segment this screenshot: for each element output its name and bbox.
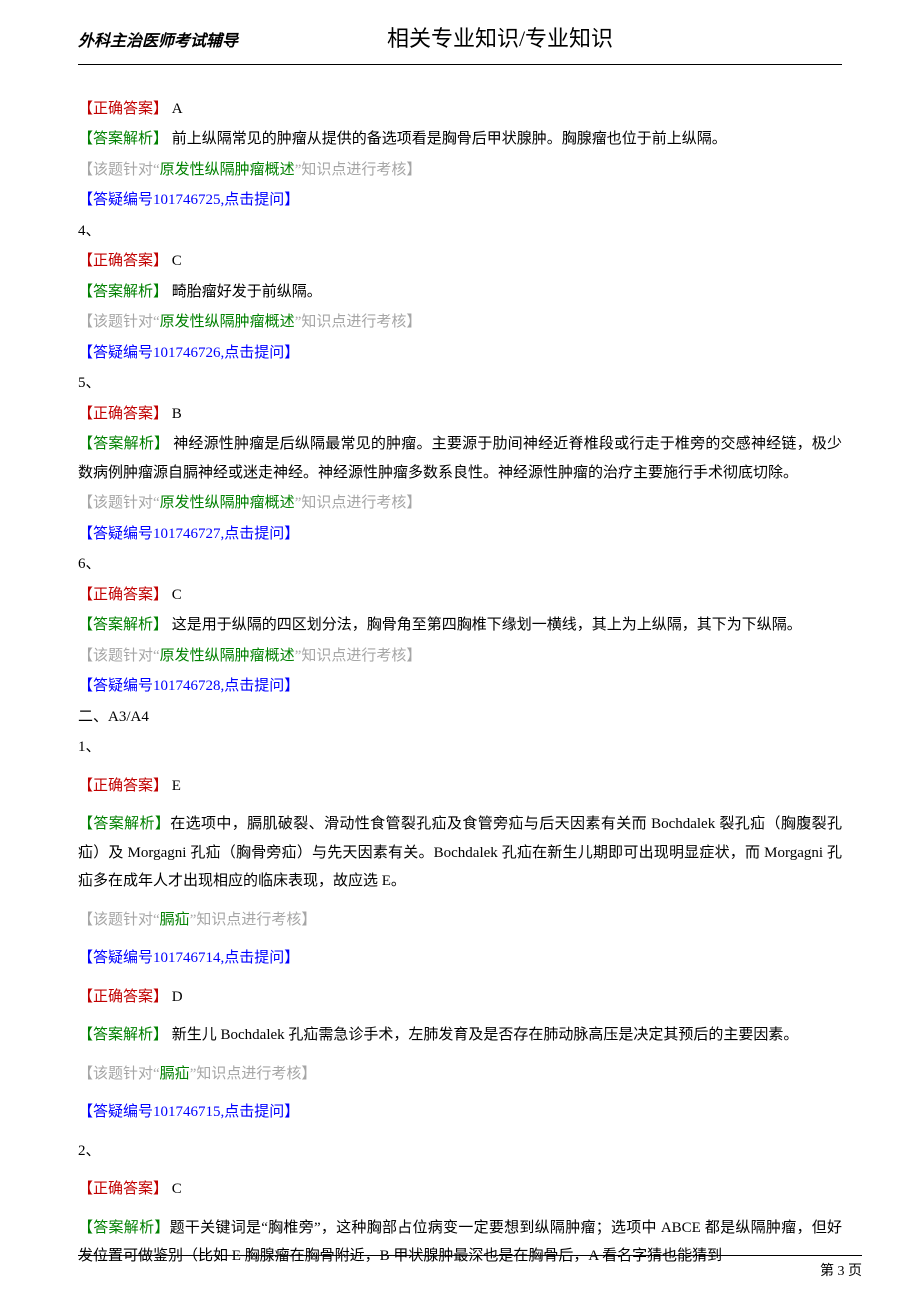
- analysis-label: 【答案解析】: [78, 1027, 168, 1043]
- question-id-text: 【答疑编号101746715,点击提问】: [78, 1104, 299, 1120]
- question-id-link[interactable]: 【答疑编号101746728,点击提问】: [78, 672, 842, 701]
- analysis-label: 【答案解析】: [78, 816, 170, 832]
- question-id-link[interactable]: 【答疑编号101746726,点击提问】: [78, 339, 842, 368]
- footer-divider: [78, 1255, 862, 1256]
- answer-label: 【正确答案】: [78, 101, 168, 117]
- topic-name: 原发性纵隔肿瘤概述: [160, 648, 295, 664]
- correct-answer-line: 【正确答案】 D: [78, 983, 842, 1012]
- topic-name: 膈疝: [160, 912, 190, 928]
- topic-line: 【该题针对“膈疝”知识点进行考核】: [78, 1060, 842, 1089]
- correct-answer-line: 【正确答案】 B: [78, 400, 842, 429]
- question-id-text: 【答疑编号101746728,点击提问】: [78, 678, 299, 694]
- answer-label: 【正确答案】: [78, 406, 168, 422]
- question-id-link[interactable]: 【答疑编号101746725,点击提问】: [78, 186, 842, 215]
- topic-suffix: ”知识点进行考核】: [190, 912, 317, 928]
- topic-name: 原发性纵隔肿瘤概述: [160, 162, 295, 178]
- question-id-text: 【答疑编号101746726,点击提问】: [78, 345, 299, 361]
- topic-suffix: ”知识点进行考核】: [295, 495, 422, 511]
- analysis-label: 【答案解析】: [78, 284, 168, 300]
- section-header: 二、A3/A4: [78, 703, 842, 732]
- page-number: 第 3 页: [820, 1259, 862, 1286]
- analysis-text: 新生儿 Bochdalek 孔疝需急诊手术，左肺发育及是否存在肺动脉高压是决定其…: [168, 1027, 798, 1043]
- question-number: 4、: [78, 217, 842, 246]
- topic-suffix: ”知识点进行考核】: [295, 648, 422, 664]
- content-body: 【正确答案】 A【答案解析】 前上纵隔常见的肿瘤从提供的备选项看是胸骨后甲状腺肿…: [78, 95, 842, 1271]
- topic-prefix: 【该题针对“: [78, 912, 160, 928]
- topic-prefix: 【该题针对“: [78, 314, 160, 330]
- header-title-text: 相关专业知识/专业知识: [158, 18, 842, 60]
- question-id-text: 【答疑编号101746714,点击提问】: [78, 950, 299, 966]
- topic-suffix: ”知识点进行考核】: [295, 314, 422, 330]
- analysis-line: 【答案解析】 前上纵隔常见的肿瘤从提供的备选项看是胸骨后甲状腺肿。胸腺瘤也位于前…: [78, 125, 842, 154]
- analysis-line: 【答案解析】 畸胎瘤好发于前纵隔。: [78, 278, 842, 307]
- analysis-line: 【答案解析】 这是用于纵隔的四区划分法，胸骨角至第四胸椎下缘划一横线，其上为上纵…: [78, 611, 842, 640]
- answer-value: C: [168, 1181, 182, 1197]
- question-number: 2、: [78, 1137, 842, 1166]
- analysis-text: 畸胎瘤好发于前纵隔。: [168, 284, 322, 300]
- answer-value: B: [168, 406, 182, 422]
- analysis-text: 前上纵隔常见的肿瘤从提供的备选项看是胸骨后甲状腺肿。胸腺瘤也位于前上纵隔。: [168, 131, 727, 147]
- answer-value: C: [168, 587, 182, 603]
- analysis-text: 神经源性肿瘤是后纵隔最常见的肿瘤。主要源于肋间神经近脊椎段或行走于椎旁的交感神经…: [78, 436, 842, 481]
- question-id-link[interactable]: 【答疑编号101746714,点击提问】: [78, 944, 842, 973]
- correct-answer-line: 【正确答案】 C: [78, 581, 842, 610]
- correct-answer-line: 【正确答案】 C: [78, 247, 842, 276]
- analysis-label: 【答案解析】: [78, 617, 168, 633]
- topic-suffix: ”知识点进行考核】: [190, 1066, 317, 1082]
- topic-line: 【该题针对“原发性纵隔肿瘤概述”知识点进行考核】: [78, 308, 842, 337]
- analysis-label: 【答案解析】: [78, 1220, 170, 1236]
- topic-prefix: 【该题针对“: [78, 495, 160, 511]
- analysis-text: 在选项中，膈肌破裂、滑动性食管裂孔疝及食管旁疝与后天因素有关而 Bochdale…: [78, 816, 842, 889]
- question-id-text: 【答疑编号101746727,点击提问】: [78, 526, 299, 542]
- topic-line: 【该题针对“原发性纵隔肿瘤概述”知识点进行考核】: [78, 642, 842, 671]
- analysis-text: 这是用于纵隔的四区划分法，胸骨角至第四胸椎下缘划一横线，其上为上纵隔，其下为下纵…: [168, 617, 802, 633]
- analysis-line: 【答案解析】 新生儿 Bochdalek 孔疝需急诊手术，左肺发育及是否存在肺动…: [78, 1021, 842, 1050]
- answer-label: 【正确答案】: [78, 1181, 168, 1197]
- analysis-line: 【答案解析】题干关键词是“胸椎旁”，这种胸部占位病变一定要想到纵隔肿瘤；选项中 …: [78, 1214, 842, 1271]
- topic-name: 原发性纵隔肿瘤概述: [160, 495, 295, 511]
- answer-label: 【正确答案】: [78, 253, 168, 269]
- answer-value: D: [168, 989, 183, 1005]
- question-id-link[interactable]: 【答疑编号101746727,点击提问】: [78, 520, 842, 549]
- correct-answer-line: 【正确答案】 E: [78, 772, 842, 801]
- topic-name: 膈疝: [160, 1066, 190, 1082]
- analysis-line: 【答案解析】在选项中，膈肌破裂、滑动性食管裂孔疝及食管旁疝与后天因素有关而 Bo…: [78, 810, 842, 896]
- analysis-text: 题干关键词是“胸椎旁”，这种胸部占位病变一定要想到纵隔肿瘤；选项中 ABCE 都…: [78, 1220, 842, 1265]
- question-id-text: 【答疑编号101746725,点击提问】: [78, 192, 299, 208]
- topic-line: 【该题针对“原发性纵隔肿瘤概述”知识点进行考核】: [78, 156, 842, 185]
- topic-prefix: 【该题针对“: [78, 1066, 160, 1082]
- correct-answer-line: 【正确答案】 A: [78, 95, 842, 124]
- topic-prefix: 【该题针对“: [78, 162, 160, 178]
- question-number: 6、: [78, 550, 842, 579]
- page-header: 外科主治医师考试辅导 相关专业知识/专业知识: [78, 18, 842, 65]
- answer-value: A: [168, 101, 183, 117]
- question-number: 1、: [78, 733, 842, 762]
- analysis-line: 【答案解析】 神经源性肿瘤是后纵隔最常见的肿瘤。主要源于肋间神经近脊椎段或行走于…: [78, 430, 842, 487]
- question-number: 5、: [78, 369, 842, 398]
- answer-value: C: [168, 253, 182, 269]
- correct-answer-line: 【正确答案】 C: [78, 1175, 842, 1204]
- answer-label: 【正确答案】: [78, 778, 168, 794]
- answer-label: 【正确答案】: [78, 587, 168, 603]
- topic-suffix: ”知识点进行考核】: [295, 162, 422, 178]
- topic-line: 【该题针对“原发性纵隔肿瘤概述”知识点进行考核】: [78, 489, 842, 518]
- answer-label: 【正确答案】: [78, 989, 168, 1005]
- topic-name: 原发性纵隔肿瘤概述: [160, 314, 295, 330]
- answer-value: E: [168, 778, 181, 794]
- analysis-label: 【答案解析】: [78, 436, 169, 452]
- question-id-link[interactable]: 【答疑编号101746715,点击提问】: [78, 1098, 842, 1127]
- topic-line: 【该题针对“膈疝”知识点进行考核】: [78, 906, 842, 935]
- analysis-label: 【答案解析】: [78, 131, 168, 147]
- topic-prefix: 【该题针对“: [78, 648, 160, 664]
